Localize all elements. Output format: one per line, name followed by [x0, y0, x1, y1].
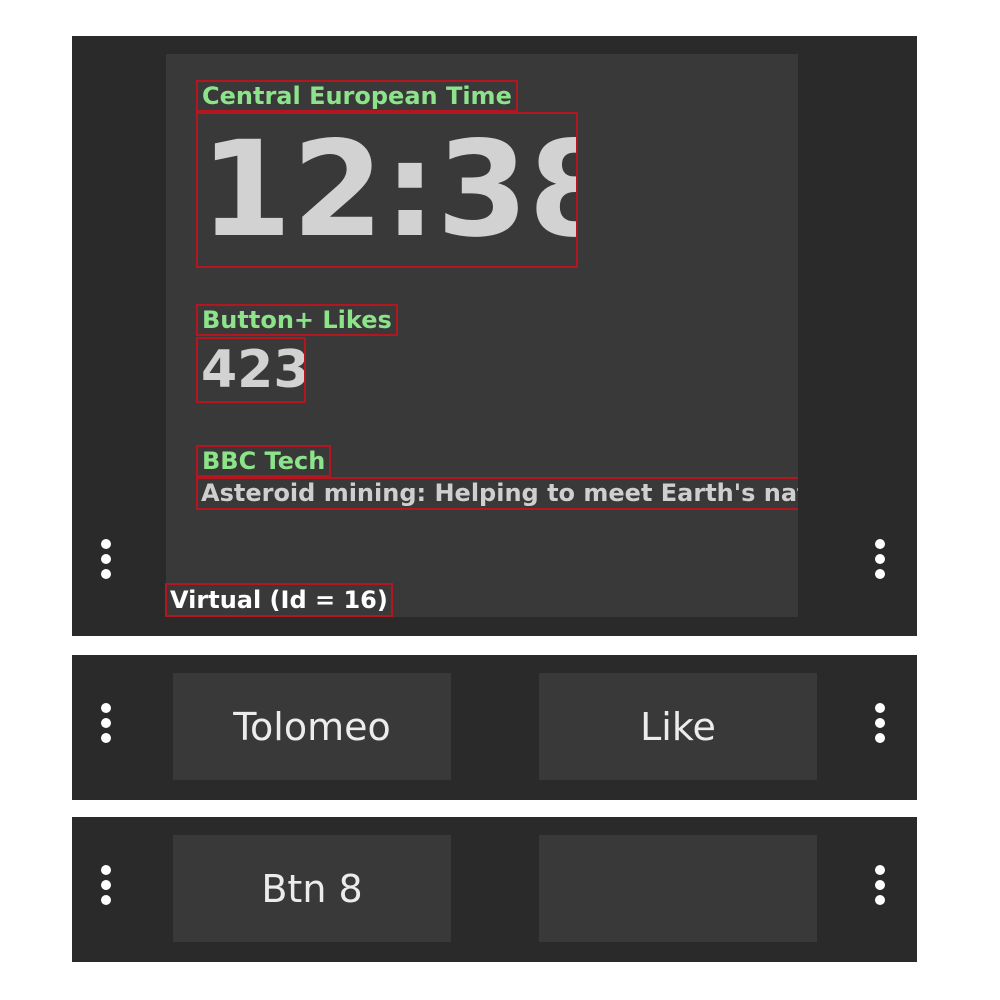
like-button[interactable]: Like [539, 673, 817, 780]
news-headline: Asteroid mining: Helping to meet Earth's… [196, 477, 798, 510]
likes-label: Button+ Likes [196, 304, 398, 336]
right-drag-handle-icon[interactable] [872, 865, 888, 905]
right-drag-handle-icon[interactable] [872, 703, 888, 743]
empty-button[interactable] [539, 835, 817, 942]
clock-time: 12:38 [196, 112, 578, 268]
likes-count: 423 [196, 337, 306, 403]
left-drag-handle-icon[interactable] [98, 703, 114, 743]
button-row-1: Tolomeo Like [72, 655, 917, 800]
device-screen: Central European Time 12:38 Button+ Like… [166, 54, 798, 617]
right-drag-handle-icon[interactable] [872, 539, 888, 579]
left-drag-handle-icon[interactable] [98, 865, 114, 905]
button-row-2: Btn 8 [72, 817, 917, 962]
news-source-label: BBC Tech [196, 445, 332, 477]
virtual-id-label: Virtual (Id = 16) [165, 583, 393, 617]
tolomeo-button[interactable]: Tolomeo [173, 673, 451, 780]
virtual-device-panel: Central European Time 12:38 Button+ Like… [72, 36, 917, 636]
timezone-label: Central European Time [196, 80, 518, 112]
left-drag-handle-icon[interactable] [98, 539, 114, 579]
btn-8-button[interactable]: Btn 8 [173, 835, 451, 942]
